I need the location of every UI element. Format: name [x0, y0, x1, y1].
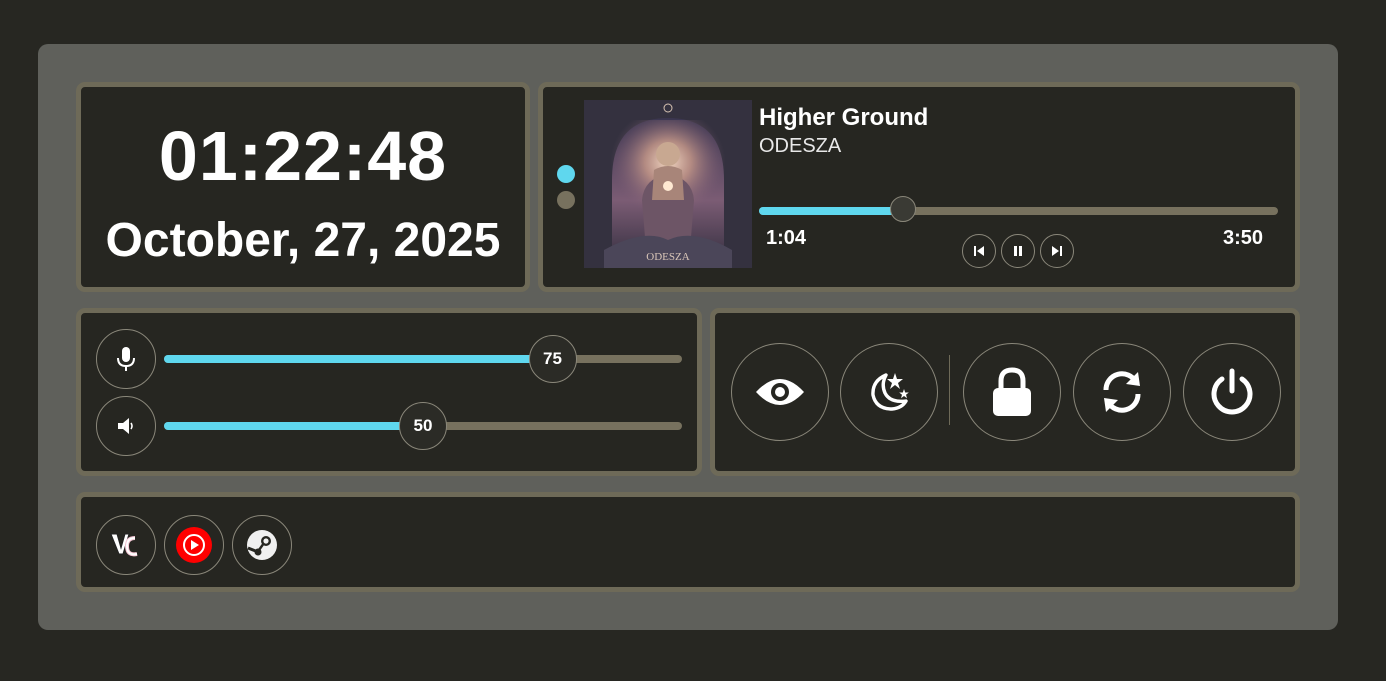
- previous-button[interactable]: [962, 234, 996, 268]
- album-art-text: ODESZA: [646, 251, 689, 263]
- microphone-volume-handle[interactable]: 75: [528, 335, 577, 383]
- night-mode-button[interactable]: [840, 343, 938, 441]
- album-art: ODESZA: [584, 100, 752, 268]
- speaker-icon: [118, 418, 133, 434]
- restart-button[interactable]: [1073, 343, 1171, 441]
- microphone-button[interactable]: [96, 329, 156, 389]
- lock-icon: [993, 367, 1031, 416]
- power-icon: [1211, 368, 1253, 415]
- clock-date: October, 27, 2025: [105, 214, 501, 267]
- speaker-button[interactable]: [96, 396, 156, 456]
- pause-button[interactable]: [1001, 234, 1035, 268]
- eye-icon: [756, 379, 804, 405]
- seek-bar-handle[interactable]: [890, 196, 917, 222]
- next-icon: [1052, 246, 1062, 256]
- steam-launcher-button[interactable]: [232, 515, 292, 575]
- player-page-indicator-inactive[interactable]: [557, 191, 575, 209]
- system-actions-card: [710, 308, 1300, 476]
- app-launcher-card: [76, 492, 1300, 592]
- youtube-music-launcher-button[interactable]: [164, 515, 224, 575]
- microphone-volume-value: 75: [543, 349, 562, 368]
- elapsed-time: 1:04: [766, 227, 807, 249]
- media-player-card: ODESZA Higher Ground ODESZA 1:04 3:50: [538, 82, 1300, 292]
- player-page-indicator-active[interactable]: [557, 165, 575, 183]
- vencord-icon: [110, 533, 138, 557]
- power-button[interactable]: [1183, 343, 1281, 441]
- clock-time: 01:22:48: [158, 117, 448, 195]
- audio-controls-card: 75 50: [76, 308, 702, 476]
- microphone-icon: [117, 347, 135, 371]
- previous-icon: [974, 246, 984, 256]
- youtube-music-icon: [176, 527, 212, 563]
- speaker-volume-handle[interactable]: 50: [399, 402, 447, 450]
- track-title: Higher Ground: [759, 104, 929, 131]
- steam-icon: [247, 530, 277, 560]
- microphone-volume-fill: [164, 355, 553, 363]
- eye-button[interactable]: [731, 343, 829, 441]
- speaker-volume-value: 50: [413, 416, 433, 435]
- actions-divider: [949, 355, 950, 425]
- dashboard-panel: 01:22:48 October, 27, 2025 ODESZA Higher…: [38, 44, 1338, 630]
- next-button[interactable]: [1040, 234, 1074, 268]
- microphone-volume-slider[interactable]: 75: [164, 335, 682, 383]
- vencord-launcher-button[interactable]: [96, 515, 156, 575]
- seek-bar-fill: [759, 207, 904, 215]
- speaker-volume-slider[interactable]: 50: [164, 402, 682, 450]
- track-artist: ODESZA: [759, 135, 842, 157]
- night-mode-icon: [871, 373, 909, 411]
- track-duration: 3:50: [1223, 227, 1264, 249]
- clock-card: 01:22:48 October, 27, 2025: [76, 82, 530, 292]
- speaker-volume-fill: [164, 422, 423, 430]
- restart-icon: [1103, 371, 1141, 413]
- lock-button[interactable]: [963, 343, 1061, 441]
- pause-icon: [1014, 246, 1022, 256]
- seek-bar[interactable]: [759, 196, 1278, 222]
